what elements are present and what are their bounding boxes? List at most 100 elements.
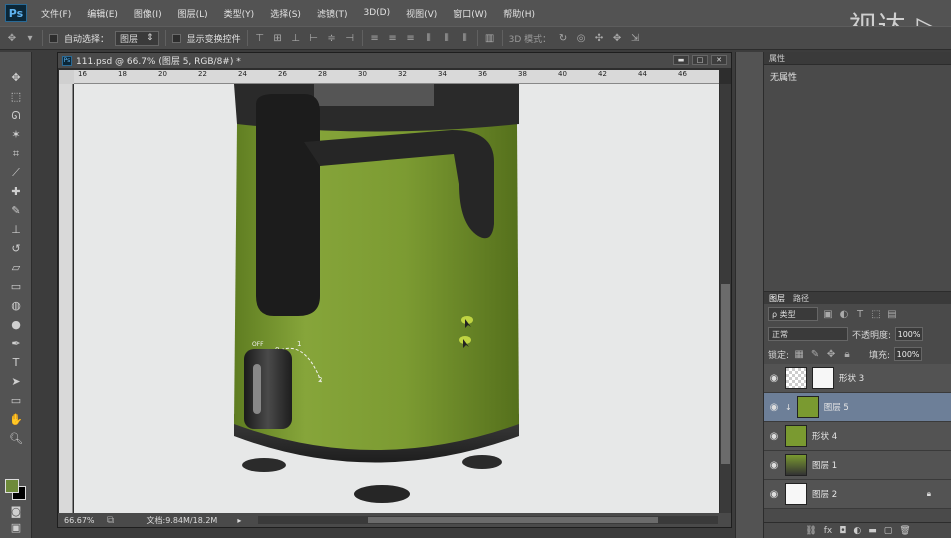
auto-select-checkbox[interactable] bbox=[49, 33, 58, 43]
lasso-tool-icon[interactable]: ᘏ bbox=[0, 106, 32, 125]
horizontal-ruler[interactable]: 16 18 20 22 24 26 28 30 32 34 36 38 40 42 44 46 bbox=[74, 70, 719, 84]
link-layers-icon[interactable]: ⛓ bbox=[805, 526, 816, 536]
opacity-field[interactable]: 100% bbox=[895, 327, 924, 341]
play-arrow-icon[interactable]: ▸ bbox=[237, 516, 241, 525]
show-transform-checkbox[interactable] bbox=[171, 33, 181, 43]
distribute-hcenter-icon[interactable]: ⫴ bbox=[441, 32, 453, 44]
roll-3d-icon[interactable]: ◎ bbox=[575, 32, 587, 44]
crop-tool-icon[interactable]: ⌗ bbox=[0, 144, 32, 163]
fx-icon[interactable]: fx bbox=[824, 526, 833, 536]
align-hcenter-icon[interactable]: ≑ bbox=[326, 32, 338, 44]
eraser-icon[interactable]: ▱ bbox=[0, 258, 32, 277]
visibility-eye-icon[interactable]: ◉ bbox=[768, 430, 780, 442]
healing-brush-icon[interactable]: ✚ bbox=[0, 182, 32, 201]
auto-select-dropdown[interactable]: 图层 ⇕ bbox=[115, 30, 159, 46]
visibility-eye-icon[interactable]: ◉ bbox=[768, 488, 780, 500]
marquee-tool-icon[interactable]: ⬚ bbox=[0, 87, 32, 106]
align-left-icon[interactable]: ⊢ bbox=[308, 32, 320, 44]
new-group-icon[interactable]: ▬ bbox=[868, 526, 877, 536]
add-mask-icon[interactable]: ◘ bbox=[839, 526, 846, 536]
menu-layer[interactable]: 图层(L) bbox=[170, 7, 216, 20]
minimize-button[interactable]: ▬ bbox=[673, 55, 689, 65]
hand-tool-icon[interactable]: ✋ bbox=[0, 410, 32, 429]
canvas[interactable]: 0 1 2 OFF bbox=[74, 84, 719, 514]
drag-3d-icon[interactable]: ✣ bbox=[593, 32, 605, 44]
foreground-color-swatch[interactable] bbox=[5, 479, 19, 493]
type-filter-icon[interactable]: T bbox=[854, 308, 866, 320]
menu-window[interactable]: 窗口(W) bbox=[445, 7, 495, 20]
adjustment-filter-icon[interactable]: ◐ bbox=[838, 308, 850, 320]
shape-filter-icon[interactable]: ⬚ bbox=[870, 308, 882, 320]
clone-stamp-icon[interactable]: ⊥ bbox=[0, 220, 32, 239]
align-top-icon[interactable]: ⊤ bbox=[254, 32, 266, 44]
blend-mode-dropdown[interactable]: 正常 bbox=[768, 327, 848, 341]
gradient-tool-icon[interactable]: ▭ bbox=[0, 277, 32, 296]
distribute-vcenter-icon[interactable]: ≡ bbox=[387, 32, 399, 44]
zoom-level[interactable]: 66.67% bbox=[64, 516, 95, 525]
menu-select[interactable]: 选择(S) bbox=[262, 7, 309, 20]
eyedropper-icon[interactable]: ⟋ bbox=[0, 163, 32, 182]
horizontal-scrollbar[interactable] bbox=[258, 516, 718, 524]
menu-view[interactable]: 视图(V) bbox=[398, 7, 445, 20]
align-vcenter-icon[interactable]: ⊞ bbox=[272, 32, 284, 44]
move-tool-icon[interactable]: ✥ bbox=[0, 68, 32, 87]
layer-row[interactable]: ◉ ↓ 图层 5 bbox=[764, 393, 951, 422]
blur-tool-icon[interactable]: ◍ bbox=[0, 296, 32, 315]
tab-paths[interactable]: 路径 bbox=[793, 293, 809, 304]
dodge-tool-icon[interactable]: ● bbox=[0, 315, 32, 334]
properties-tab[interactable]: 属性 bbox=[764, 52, 951, 65]
menu-3d[interactable]: 3D(D) bbox=[355, 8, 398, 18]
adjustment-layer-icon[interactable]: ◐ bbox=[853, 526, 861, 536]
visibility-eye-icon[interactable]: ◉ bbox=[768, 459, 780, 471]
zoom-tool-icon[interactable]: 🔍︎ bbox=[0, 429, 32, 448]
scale-3d-icon[interactable]: ⇲ bbox=[629, 32, 641, 44]
layer-row[interactable]: ◉ 形状 4 bbox=[764, 422, 951, 451]
distribute-right-icon[interactable]: ⫴ bbox=[459, 32, 471, 44]
lock-position-icon[interactable]: ✥ bbox=[825, 348, 837, 360]
layer-row[interactable]: ◉ 形状 3 bbox=[764, 364, 951, 393]
distribute-left-icon[interactable]: ⫴ bbox=[423, 32, 435, 44]
pen-tool-icon[interactable]: ✒ bbox=[0, 334, 32, 353]
lock-transparent-icon[interactable]: ▦ bbox=[793, 348, 805, 360]
move-tool-icon[interactable]: ✥ bbox=[6, 32, 18, 44]
menu-image[interactable]: 图像(I) bbox=[126, 7, 170, 20]
type-tool-icon[interactable]: T bbox=[0, 353, 32, 372]
history-brush-icon[interactable]: ↺ bbox=[0, 239, 32, 258]
visibility-eye-icon[interactable]: ◉ bbox=[768, 401, 780, 413]
path-selection-icon[interactable]: ➤ bbox=[0, 372, 32, 391]
menu-type[interactable]: 类型(Y) bbox=[216, 7, 263, 20]
align-right-icon[interactable]: ⊣ bbox=[344, 32, 356, 44]
rotate-3d-icon[interactable]: ↻ bbox=[557, 32, 569, 44]
delete-layer-icon[interactable]: 🗑︎ bbox=[899, 526, 910, 536]
distribute-bottom-icon[interactable]: ≡ bbox=[405, 32, 417, 44]
lock-image-icon[interactable]: ✎ bbox=[809, 348, 821, 360]
maximize-button[interactable]: □ bbox=[692, 55, 708, 65]
menu-edit[interactable]: 编辑(E) bbox=[79, 7, 126, 20]
lock-all-icon[interactable]: 🔒︎ bbox=[841, 348, 853, 360]
layer-filter-dropdown[interactable]: ρ 类型 bbox=[768, 307, 818, 321]
shape-tool-icon[interactable]: ▭ bbox=[0, 391, 32, 410]
menu-filter[interactable]: 滤镜(T) bbox=[309, 7, 356, 20]
align-bottom-icon[interactable]: ⊥ bbox=[290, 32, 302, 44]
magic-wand-icon[interactable]: ✶ bbox=[0, 125, 32, 144]
chevron-down-icon[interactable]: ▾ bbox=[24, 32, 36, 44]
close-button[interactable]: ✕ bbox=[711, 55, 727, 65]
menu-file[interactable]: 文件(F) bbox=[33, 7, 79, 20]
vertical-ruler[interactable] bbox=[59, 84, 73, 514]
layer-row[interactable]: ◉ 图层 1 bbox=[764, 451, 951, 480]
slide-3d-icon[interactable]: ✥ bbox=[611, 32, 623, 44]
new-layer-icon[interactable]: ▢ bbox=[884, 526, 893, 536]
ruler-origin[interactable] bbox=[59, 70, 74, 84]
layer-row[interactable]: ◉ 图层 2 🔒︎ bbox=[764, 480, 951, 509]
screen-mode-icon[interactable]: ▣ bbox=[0, 518, 32, 537]
smart-object-filter-icon[interactable]: ▤ bbox=[886, 308, 898, 320]
scroll-thumb[interactable] bbox=[721, 284, 730, 464]
visibility-eye-icon[interactable]: ◉ bbox=[768, 372, 780, 384]
tab-layers[interactable]: 图层 bbox=[769, 293, 785, 304]
export-icon[interactable]: ⧉ bbox=[105, 514, 117, 526]
vertical-scrollbar[interactable] bbox=[720, 84, 731, 514]
distribute-top-icon[interactable]: ≡ bbox=[369, 32, 381, 44]
fill-field[interactable]: 100% bbox=[894, 347, 923, 361]
document-tab[interactable]: Ps 111.psd @ 66.7% (图层 5, RGB/8#) * ▬ □ … bbox=[58, 53, 731, 68]
brush-tool-icon[interactable]: ✎ bbox=[0, 201, 32, 220]
